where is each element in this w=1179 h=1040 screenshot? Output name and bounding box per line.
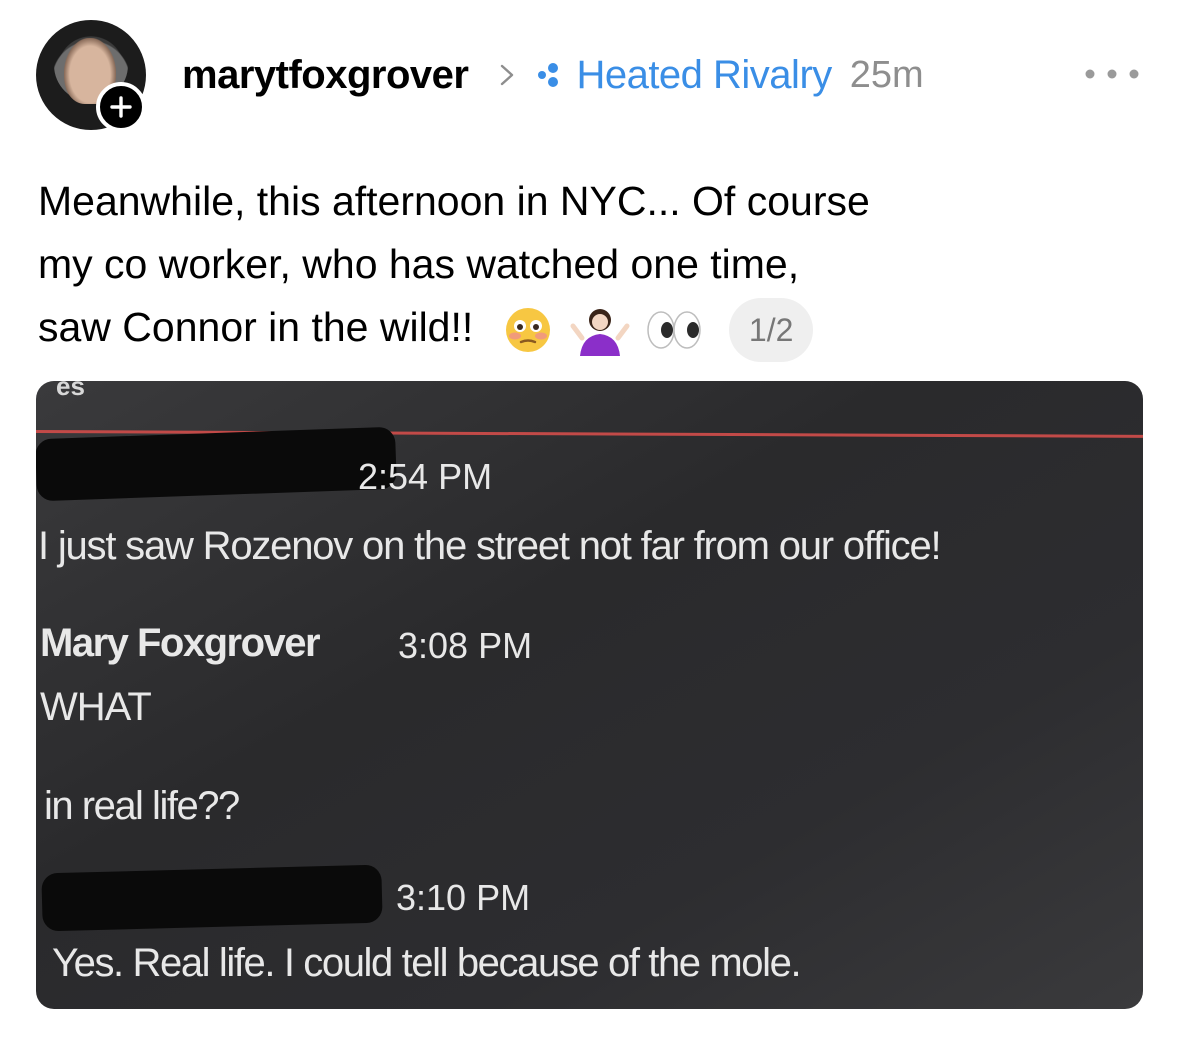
chat-timestamp: 2:54 PM <box>358 456 493 497</box>
chat-message: in real life?? <box>44 784 240 828</box>
post-text-line: saw Connor in the wild!! <box>38 304 474 350</box>
flushed-face-emoji-icon <box>505 308 550 353</box>
eyes-emoji-icon <box>647 311 702 349</box>
redaction-mark <box>41 864 383 932</box>
chat-sender-name: Mary Foxgrover <box>40 621 321 665</box>
more-options-icon[interactable] <box>1082 64 1142 84</box>
image-pager-badge: 1/2 <box>728 298 814 363</box>
chat-timestamp: 3:10 PM <box>396 877 531 918</box>
post-photo[interactable]: es 2:54 PM I just saw Rozenov on the str… <box>36 381 1143 1009</box>
post-body: Meanwhile, this afternoon in NYC... Of c… <box>38 170 1038 363</box>
photo-cropped-text: es <box>56 381 85 401</box>
chat-message: Yes. Real life. I could tell because of … <box>52 941 802 985</box>
chat-message: WHAT <box>40 685 152 729</box>
post-timestamp: 25m <box>849 53 924 96</box>
community-icon <box>538 63 559 87</box>
follow-button[interactable] <box>96 82 146 132</box>
post-text-line-last: saw Connor in the wild!! 1/2 <box>38 296 1038 363</box>
post-text-line: my co worker, who has watched one time, <box>38 241 800 287</box>
username-link[interactable]: marytfoxgrover <box>182 53 469 98</box>
post-header: marytfoxgrover Heated Rivalry 25m <box>182 52 924 98</box>
plus-icon <box>110 96 132 118</box>
chat-timestamp: 3:08 PM <box>398 625 533 666</box>
person-shrugging-emoji-icon <box>570 309 630 357</box>
chat-message: I just saw Rozenov on the street not far… <box>38 524 942 568</box>
chevron-right-icon <box>501 64 514 86</box>
post-text-line: Meanwhile, this afternoon in NYC... Of c… <box>38 178 870 224</box>
redaction-mark <box>36 426 397 502</box>
community-link[interactable]: Heated Rivalry <box>576 53 832 98</box>
